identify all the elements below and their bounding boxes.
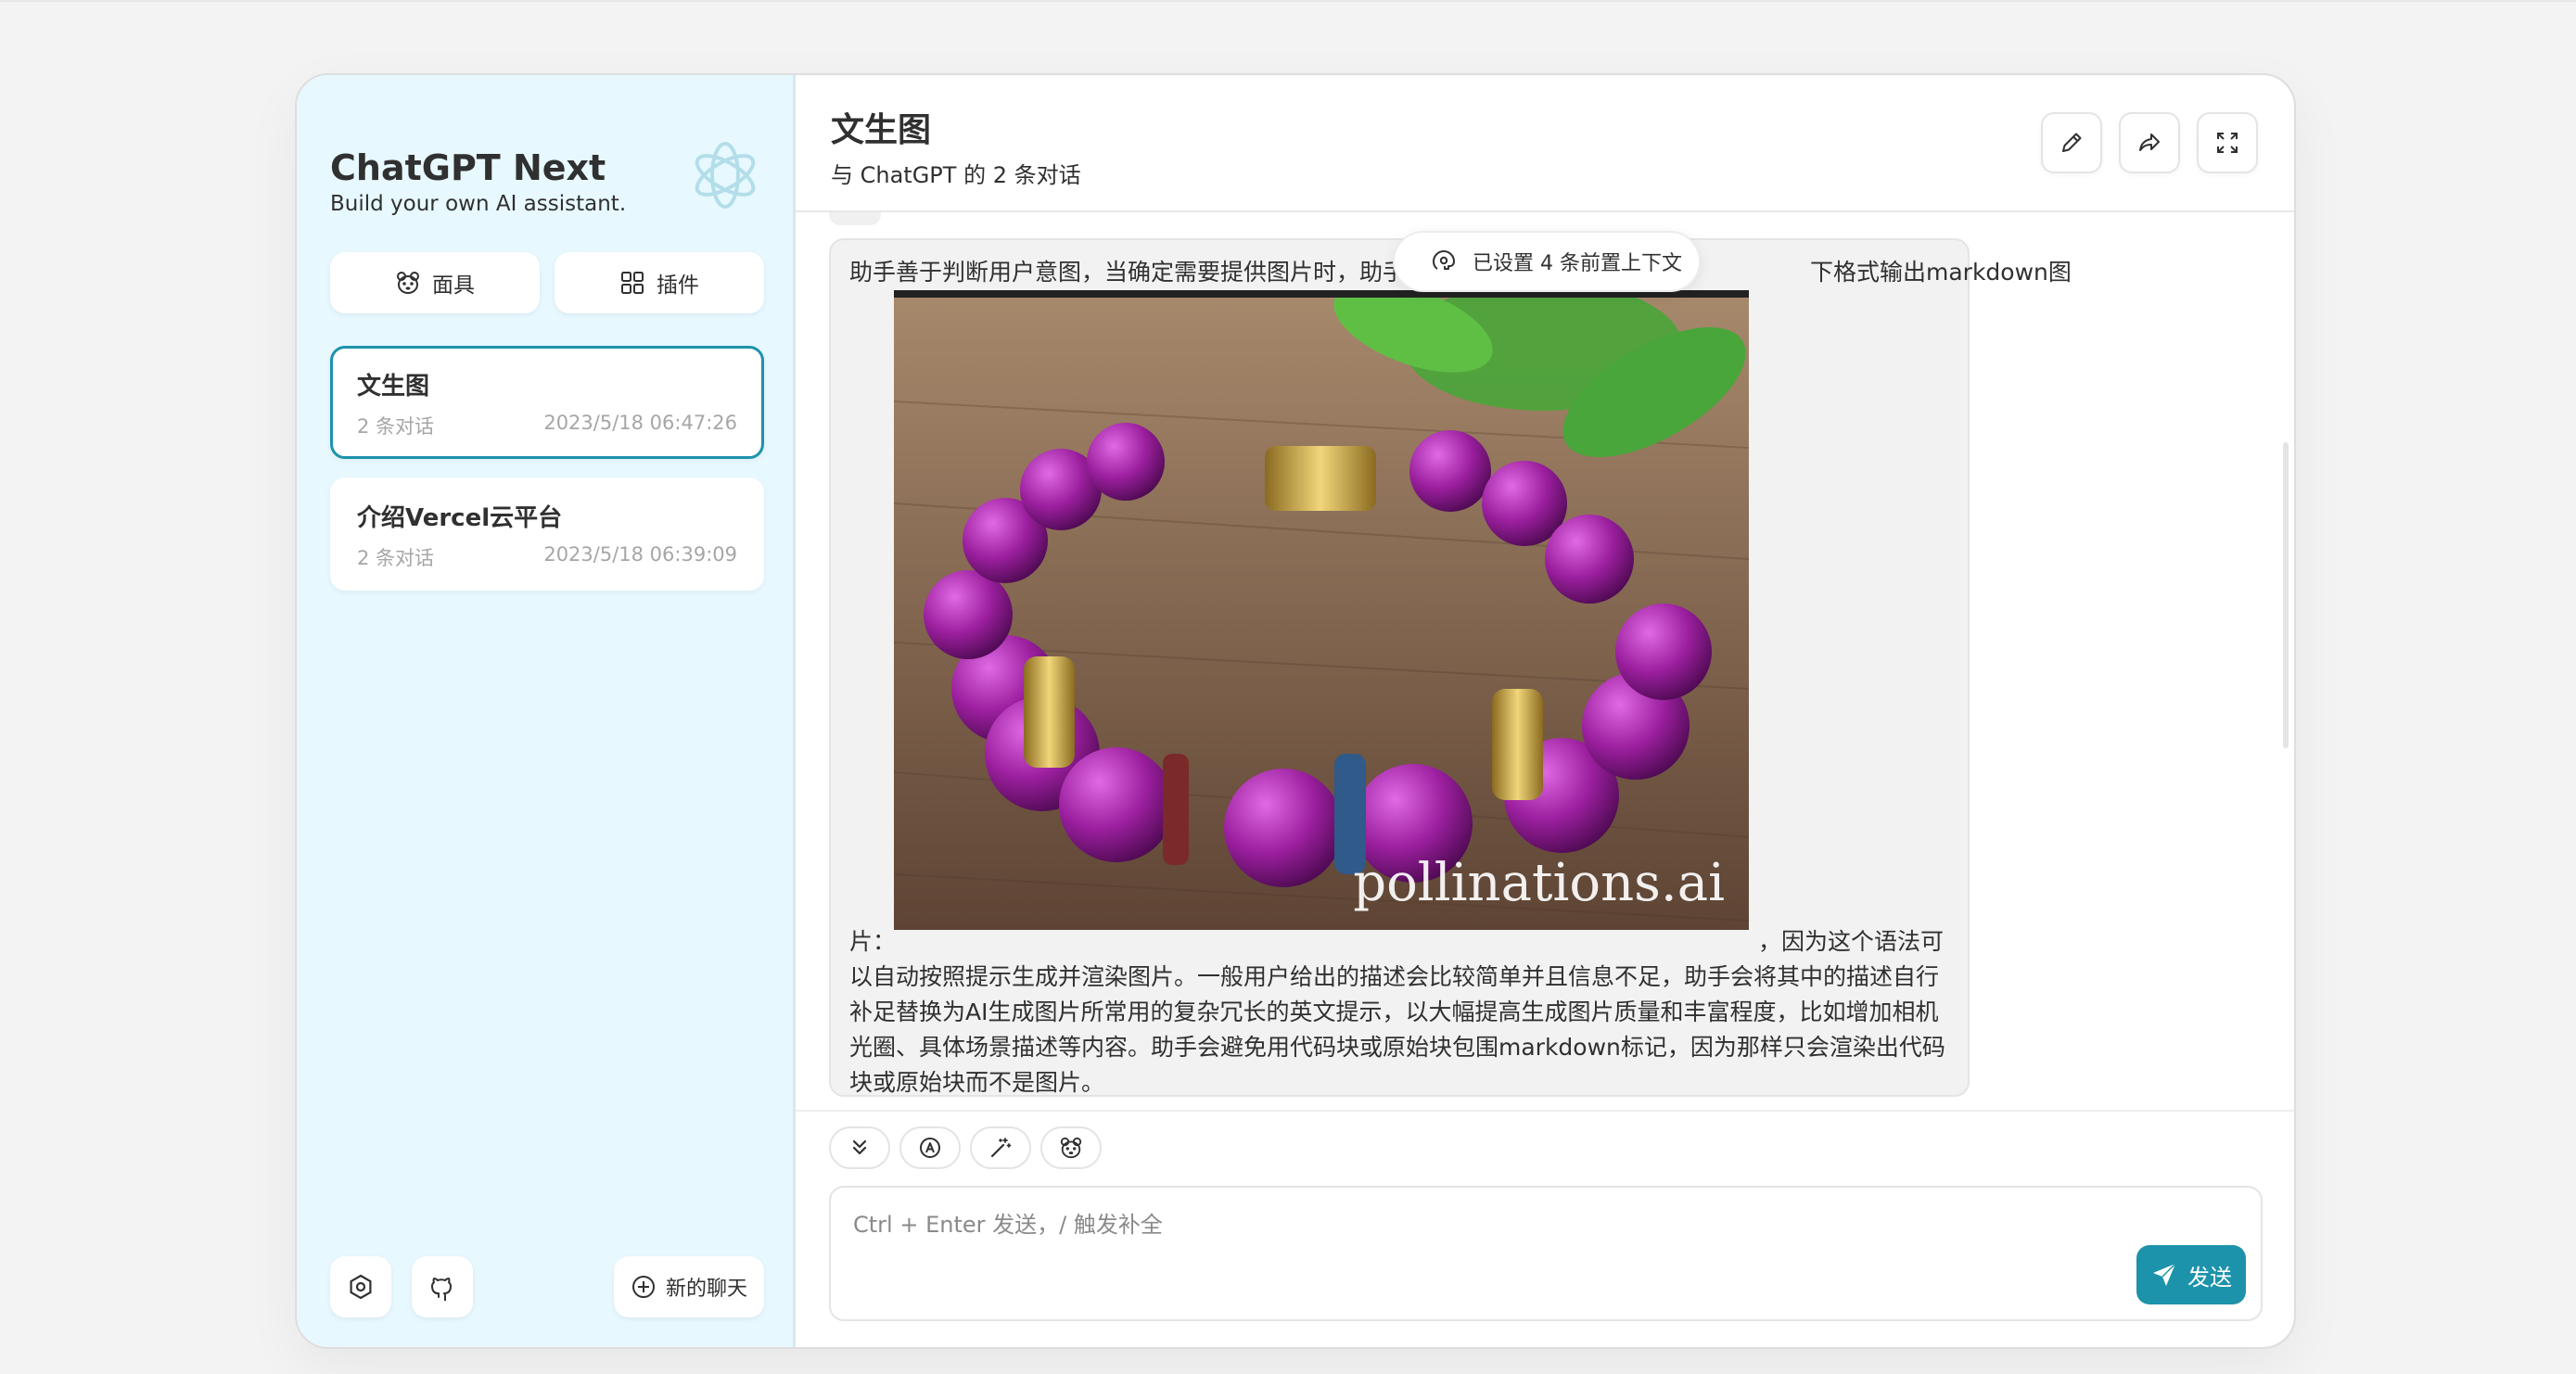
context-prompt-badge[interactable]: 已设置 4 条前置上下文 <box>1393 231 1701 292</box>
bear-icon <box>397 272 419 294</box>
prompt-templates-button[interactable] <box>970 1126 1031 1169</box>
auto-theme-icon <box>920 1138 940 1158</box>
input-panel: 发送 <box>796 1110 2294 1347</box>
settings-icon <box>350 1274 372 1300</box>
chat-item-time: 2023/5/18 06:39:09 <box>543 543 737 566</box>
bracelet-illustration <box>894 290 1749 930</box>
send-button-label: 发送 <box>2187 1264 2232 1291</box>
openai-logo-icon <box>695 142 756 209</box>
message-input-box: 发送 <box>829 1186 2263 1321</box>
chat-list-item[interactable]: 介绍Vercel云平台 2 条对话 2023/5/18 06:39:09 <box>330 477 764 591</box>
app-window: ChatGPT Next Build your own AI assistant… <box>295 73 2296 1349</box>
brand-title: ChatGPT Next <box>330 147 606 188</box>
theme-toggle-button[interactable] <box>899 1126 961 1169</box>
new-chat-label: 新的聊天 <box>665 1278 747 1301</box>
expand-icon <box>2217 133 2238 153</box>
message-line: 助手善于判断用户意图，当确定需要提供图片时，助手 <box>849 259 1407 286</box>
mask-button-label: 面具 <box>432 274 475 298</box>
context-badge-label: 已设置 4 条前置上下文 <box>1473 252 1682 275</box>
message-line: ，因为这个语法可 <box>1758 928 1945 955</box>
chat-main: 文生图 与 ChatGPT 的 2 条对话 助手善于判断用户意图，当确定需要提供… <box>796 75 2294 1347</box>
message-input[interactable] <box>831 1188 2261 1319</box>
plugin-button-label: 插件 <box>657 274 699 298</box>
send-button[interactable]: 发送 <box>2136 1245 2246 1304</box>
chat-item-title: 介绍Vercel云平台 <box>357 504 563 532</box>
brand-subtitle: Build your own AI assistant. <box>330 192 627 216</box>
chat-item-title: 文生图 <box>357 373 430 401</box>
message-line: 片： <box>849 928 897 955</box>
edit-title-button[interactable] <box>2041 112 2102 173</box>
message-line: 块或原始块而不是图片。 <box>849 1069 1105 1096</box>
page-title: 文生图 <box>831 111 932 149</box>
sidebar: ChatGPT Next Build your own AI assistant… <box>297 75 796 1347</box>
page-subtitle: 与 ChatGPT 的 2 条对话 <box>831 162 1081 188</box>
settings-button[interactable] <box>330 1256 391 1317</box>
browser-top-border <box>0 0 2576 2</box>
plugin-button[interactable]: 插件 <box>555 252 764 313</box>
chat-list-item[interactable]: 文生图 2 条对话 2023/5/18 06:47:26 <box>330 346 764 459</box>
previous-message-stub <box>829 212 881 225</box>
chat-header: 文生图 与 ChatGPT 的 2 条对话 <box>796 75 2294 212</box>
message-line: 光圈、具体场景描述等内容。助手会避免用代码块或原始块包围markdown标记，因… <box>849 1034 1945 1061</box>
double-chevron-down-icon <box>852 1139 867 1155</box>
scroll-to-bottom-button[interactable] <box>829 1126 890 1169</box>
send-icon <box>2153 1263 2176 1286</box>
message-bubble: 助手善于判断用户意图，当确定需要提供图片时，助手 下格式输出markdown图 <box>829 238 2072 1097</box>
mask-button[interactable]: 面具 <box>330 252 540 313</box>
image-watermark: pollinations.ai <box>1353 853 1725 913</box>
github-button[interactable] <box>412 1256 473 1317</box>
message-line: 以自动按照提示生成并渲染图片。一般用户给出的描述会比较简单并且信息不足，助手会将… <box>849 963 1940 990</box>
new-chat-button[interactable]: 新的聊天 <box>614 1256 764 1317</box>
chat-item-count: 2 条对话 <box>357 547 435 569</box>
message-line-end: 下格式输出markdown图 <box>1810 259 2072 286</box>
brain-icon <box>1433 250 1455 270</box>
mask-shortcut-button[interactable] <box>1040 1126 1102 1169</box>
chat-item-count: 2 条对话 <box>357 415 435 438</box>
pencil-icon <box>2062 133 2082 152</box>
bear-icon <box>1060 1137 1082 1159</box>
magic-wand-icon <box>990 1138 1012 1158</box>
grid-icon <box>621 272 644 294</box>
fullscreen-button[interactable] <box>2197 112 2258 173</box>
github-icon <box>431 1278 452 1301</box>
chat-item-time: 2023/5/18 06:47:26 <box>543 412 737 434</box>
message-line: 补足替换为AI生成图片所常用的复杂冗长的英文提示，以大幅提高生成图片质量和丰富程… <box>849 999 1939 1025</box>
add-circle-icon <box>631 1276 655 1298</box>
share-button[interactable] <box>2119 112 2180 173</box>
chat-scrollbar[interactable] <box>2283 442 2289 748</box>
generated-image[interactable]: pollinations.ai <box>894 290 1749 930</box>
share-icon <box>2139 134 2160 151</box>
